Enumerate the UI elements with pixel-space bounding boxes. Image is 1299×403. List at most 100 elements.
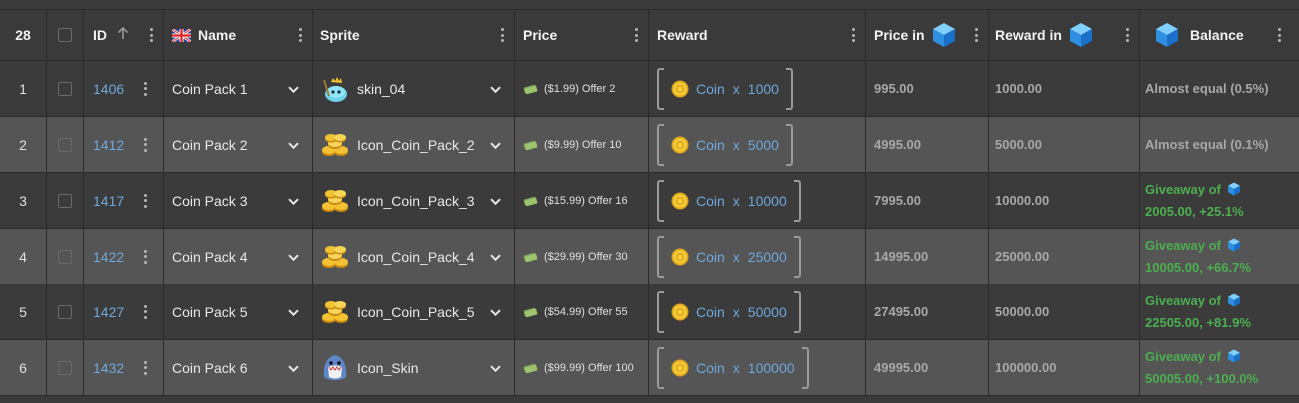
id-link[interactable]: 1406 xyxy=(93,81,124,97)
name-cell[interactable]: Coin Pack 2 xyxy=(164,117,313,172)
sprite-cell[interactable]: Icon_Coin_Pack_5 xyxy=(313,284,515,339)
column-menu-icon[interactable] xyxy=(298,28,302,42)
column-menu-icon[interactable] xyxy=(634,28,638,42)
row-number: 1 xyxy=(0,61,47,116)
name-cell[interactable]: Coin Pack 4 xyxy=(164,229,313,284)
chevron-down-icon[interactable] xyxy=(490,141,501,149)
reward-item[interactable]: Coin x 50000 xyxy=(657,290,801,333)
sprite-value: Icon_Coin_Pack_2 xyxy=(357,136,475,153)
id-cell: 1432 xyxy=(84,340,164,395)
table-row[interactable]: 3 1417 Coin Pack 3 Icon_Coin_Pack_3 ($15.99)… xyxy=(0,173,1299,229)
price-cell[interactable]: ($9.99) Offer 10 xyxy=(515,117,649,172)
table-row[interactable]: 4 1422 Coin Pack 4 Icon_Coin_Pack_4 ($29.99)… xyxy=(0,229,1299,285)
row-menu-icon[interactable] xyxy=(143,137,147,152)
id-link[interactable]: 1422 xyxy=(93,249,124,265)
id-link[interactable]: 1412 xyxy=(93,137,124,153)
price-cell[interactable]: ($15.99) Offer 16 xyxy=(515,173,649,228)
table-row[interactable]: 2 1412 Coin Pack 2 Icon_Coin_Pack_2 ($9.99) … xyxy=(0,117,1299,173)
reward-multiplier-sign: x xyxy=(732,192,740,209)
reward-item[interactable]: Coin x 25000 xyxy=(657,235,801,278)
row-checkbox[interactable] xyxy=(58,249,72,264)
column-header-reward-in[interactable]: Reward in xyxy=(989,10,1140,60)
reward-item[interactable]: Coin x 10000 xyxy=(657,179,801,222)
table-row[interactable]: 6 1432 Coin Pack 6 Icon_Skin ($99.99) Offer … xyxy=(0,340,1299,396)
chevron-down-icon[interactable] xyxy=(490,308,501,316)
sprite-cell[interactable]: Icon_Skin xyxy=(313,340,515,395)
id-link[interactable]: 1427 xyxy=(93,304,124,320)
sprite-cell[interactable]: Icon_Coin_Pack_2 xyxy=(313,117,515,172)
table-row[interactable]: 1 1406 Coin Pack 1 skin_04 ($1.99) Offer 2 Co… xyxy=(0,61,1299,117)
column-header-name[interactable]: Name xyxy=(164,10,313,60)
coin-pile-icon xyxy=(320,297,357,327)
name-value: Coin Pack 6 xyxy=(172,359,248,376)
chevron-down-icon[interactable] xyxy=(288,308,299,316)
sprite-cell[interactable]: Icon_Coin_Pack_4 xyxy=(313,229,515,284)
table-row[interactable]: 5 1427 Coin Pack 5 Icon_Coin_Pack_5 ($54.99)… xyxy=(0,284,1299,340)
reward-in-cell: 100000.00 xyxy=(989,340,1140,395)
chevron-down-icon[interactable] xyxy=(490,253,501,261)
reward-multiplier-sign: x xyxy=(732,359,740,376)
chevron-down-icon[interactable] xyxy=(490,364,501,372)
reward-in-value: 50000.00 xyxy=(995,304,1050,319)
column-menu-icon[interactable] xyxy=(149,28,153,42)
blue-cube-icon xyxy=(1227,182,1240,195)
name-cell[interactable]: Coin Pack 3 xyxy=(164,173,313,228)
price-cell[interactable]: ($29.99) Offer 30 xyxy=(515,229,649,284)
reward-quantity: 50000 xyxy=(747,303,787,320)
sprite-value: Icon_Coin_Pack_3 xyxy=(357,192,475,209)
price-value: ($54.99) Offer 55 xyxy=(544,305,628,318)
price-cell[interactable]: ($54.99) Offer 55 xyxy=(515,284,649,339)
row-select-cell xyxy=(47,61,84,116)
sprite-cell[interactable]: Icon_Coin_Pack_3 xyxy=(313,173,515,228)
name-cell[interactable]: Coin Pack 1 xyxy=(164,61,313,116)
chevron-down-icon[interactable] xyxy=(288,364,299,372)
column-header-sprite[interactable]: Sprite xyxy=(313,10,515,60)
row-checkbox[interactable] xyxy=(58,360,72,375)
chevron-down-icon[interactable] xyxy=(288,197,299,205)
chevron-down-icon[interactable] xyxy=(490,197,501,205)
reward-item[interactable]: Coin x 1000 xyxy=(657,67,793,110)
price-cell[interactable]: ($1.99) Offer 2 xyxy=(515,61,649,116)
row-menu-icon[interactable] xyxy=(143,193,147,208)
sprite-cell[interactable]: skin_04 xyxy=(313,61,515,116)
chevron-down-icon[interactable] xyxy=(288,141,299,149)
row-menu-icon[interactable] xyxy=(143,249,147,264)
column-header-id[interactable]: ID xyxy=(84,10,164,60)
column-menu-icon[interactable] xyxy=(1125,28,1129,42)
coin-icon xyxy=(671,359,689,376)
column-title-sprite: Sprite xyxy=(320,27,360,43)
row-checkbox[interactable] xyxy=(58,304,72,319)
column-menu-icon[interactable] xyxy=(851,28,855,42)
name-cell[interactable]: Coin Pack 6 xyxy=(164,340,313,395)
select-all-checkbox[interactable] xyxy=(58,28,72,42)
row-menu-icon[interactable] xyxy=(143,304,147,319)
balance-line2: 50005.00, +100.0% xyxy=(1145,370,1259,386)
column-header-reward[interactable]: Reward xyxy=(649,10,866,60)
row-checkbox[interactable] xyxy=(58,193,72,208)
name-value: Coin Pack 3 xyxy=(172,192,248,209)
row-menu-icon[interactable] xyxy=(143,81,147,96)
reward-item[interactable]: Coin x 5000 xyxy=(657,123,793,166)
row-menu-icon[interactable] xyxy=(143,360,147,375)
coin-icon xyxy=(671,136,689,153)
arrow-up-icon[interactable] xyxy=(117,26,129,43)
name-cell[interactable]: Coin Pack 5 xyxy=(164,284,313,339)
id-link[interactable]: 1417 xyxy=(93,193,124,209)
column-header-price[interactable]: Price xyxy=(515,10,649,60)
id-link[interactable]: 1432 xyxy=(93,360,124,376)
row-checkbox[interactable] xyxy=(58,137,72,152)
column-menu-icon[interactable] xyxy=(974,28,978,42)
column-menu-icon[interactable] xyxy=(1277,28,1281,42)
chevron-down-icon[interactable] xyxy=(288,253,299,261)
id-cell: 1417 xyxy=(84,173,164,228)
chevron-down-icon[interactable] xyxy=(288,85,299,93)
row-checkbox[interactable] xyxy=(58,81,72,96)
column-header-balance[interactable]: Balance xyxy=(1140,10,1299,60)
id-cell: 1422 xyxy=(84,229,164,284)
chevron-down-icon[interactable] xyxy=(490,85,501,93)
column-title-reward: Reward xyxy=(657,27,708,43)
column-header-price-in[interactable]: Price in xyxy=(866,10,989,60)
reward-item[interactable]: Coin x 100000 xyxy=(657,346,809,389)
column-menu-icon[interactable] xyxy=(500,28,504,42)
price-cell[interactable]: ($99.99) Offer 100 xyxy=(515,340,649,395)
